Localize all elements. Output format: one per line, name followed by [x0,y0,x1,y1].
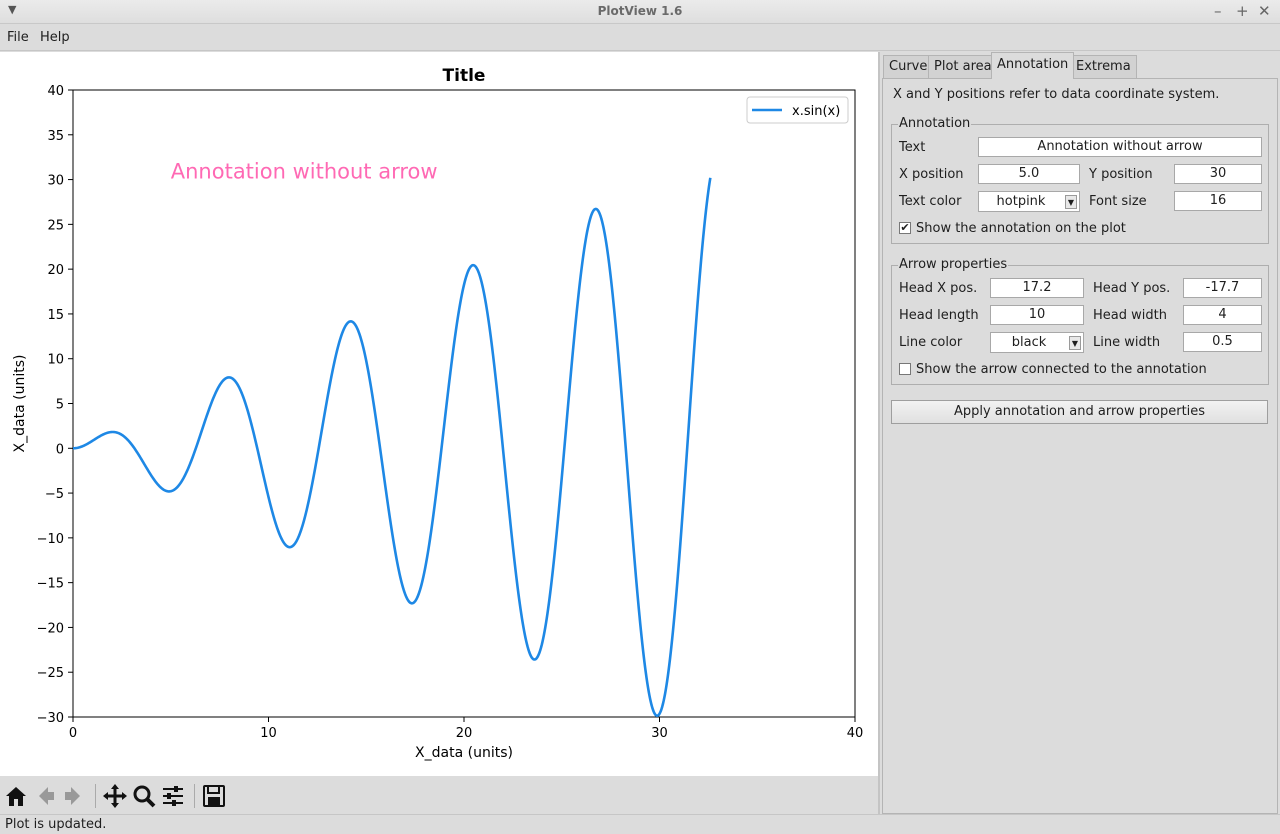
annotation-text: Annotation without arrow [171,160,438,184]
y-position-input[interactable]: 30 [1174,164,1262,184]
head-width-input[interactable]: 4 [1183,305,1262,325]
line-width-input[interactable]: 0.5 [1183,332,1262,352]
y-tick-label: 30 [47,174,64,189]
show-arrow-label: Show the arrow connected to the annotati… [916,362,1207,377]
back-icon[interactable] [32,783,58,809]
window-title: PlotView 1.6 [597,4,683,18]
chevron-down-icon[interactable]: ▼ [1069,336,1081,350]
x-position-label: X position [899,167,964,182]
tab-curve[interactable]: Curve [883,55,934,78]
x-tick-label: 0 [69,726,77,741]
text-color-value: hotpink [996,194,1046,209]
y-tick-label: 10 [47,353,64,368]
window-titlebar: ▼ PlotView 1.6 – + ✕ [0,0,1280,24]
line-color-select[interactable]: black ▼ [990,332,1084,353]
y-tick-label: −5 [45,487,64,502]
maximize-icon[interactable]: + [1236,2,1249,20]
apply-button[interactable]: Apply annotation and arrow properties [891,400,1268,424]
y-tick-label: 20 [47,263,64,278]
y-tick-label: −30 [37,711,64,726]
head-width-label: Head width [1093,308,1167,323]
close-icon[interactable]: ✕ [1258,2,1271,20]
annotation-group: Annotation Text Annotation without arrow… [891,116,1269,244]
tab-annotation[interactable]: Annotation [991,52,1075,79]
minimize-icon[interactable]: – [1214,2,1222,20]
tab-extrema[interactable]: Extrema [1070,55,1137,78]
menu-help[interactable]: Help [40,30,70,45]
home-icon[interactable] [3,783,29,809]
tab-plot-area[interactable]: Plot area [928,55,998,78]
x-tick-label: 40 [847,726,864,741]
x-position-input[interactable]: 5.0 [978,164,1080,184]
save-icon[interactable] [201,783,227,809]
y-tick-label: 25 [47,218,64,233]
font-size-label: Font size [1089,194,1147,209]
show-annotation-checkbox[interactable]: ✔ [899,222,911,234]
y-tick-label: 40 [47,84,64,99]
text-color-select[interactable]: hotpink ▼ [978,191,1080,212]
head-y-label: Head Y pos. [1093,281,1171,296]
annotation-group-title: Annotation [898,116,972,131]
forward-icon[interactable] [61,783,87,809]
line-width-label: Line width [1093,335,1161,350]
annotation-tab-panel: X and Y positions refer to data coordina… [882,78,1278,814]
y-tick-label: −10 [37,532,64,547]
y-tick-label: 5 [56,398,64,413]
plot-toolbar [0,776,878,814]
chart-title: Title [443,66,486,86]
show-annotation-label: Show the annotation on the plot [916,221,1126,236]
chart-svg: Title 0 10 20 30 40 −30 −25 −20 −15 −10 −5 0 5 10 15 20 2… [12,66,864,761]
axes-frame [72,89,856,718]
arrow-group: Arrow properties Head X pos. 17.2 Head Y… [891,257,1269,385]
menu-file[interactable]: File [7,30,29,45]
annotation-text-input[interactable]: Annotation without arrow [978,137,1262,157]
y-tick-label: −25 [37,666,64,681]
text-label: Text [899,140,926,155]
legend-label: x.sin(x) [792,104,840,119]
font-size-input[interactable]: 16 [1174,191,1262,211]
menubar: File Help [0,24,1280,51]
y-tick-label: 0 [56,442,64,457]
plot-canvas[interactable]: Title 0 10 20 30 40 −30 −25 −20 −15 −10 −5 0 5 10 15 20 2… [0,52,878,776]
head-x-input[interactable]: 17.2 [990,278,1084,298]
x-tick-label: 10 [260,726,277,741]
configure-subplots-icon[interactable] [160,783,186,809]
line-color-label: Line color [899,335,963,350]
x-tick-label: 20 [456,726,473,741]
pan-icon[interactable] [102,783,128,809]
properties-pane: Curve Plot area Extrema X and Y position… [880,52,1280,814]
y-axis-label: X_data (units) [12,355,28,453]
y-tick-label: 35 [47,129,64,144]
arrow-group-title: Arrow properties [898,257,1009,272]
y-tick-label: −15 [37,577,64,592]
head-length-input[interactable]: 10 [990,305,1084,325]
head-y-input[interactable]: -17.7 [1183,278,1262,298]
text-color-label: Text color [899,194,962,209]
status-text: Plot is updated. [5,817,107,832]
chevron-down-icon[interactable]: ▼ [1065,195,1077,209]
line-color-value: black [1011,335,1047,350]
series-line [72,177,712,718]
statusbar: Plot is updated. [0,814,1280,834]
head-length-label: Head length [899,308,979,323]
x-axis-label: X_data (units) [415,745,513,761]
show-arrow-checkbox[interactable] [899,363,911,375]
y-position-label: Y position [1089,167,1153,182]
info-text: X and Y positions refer to data coordina… [893,87,1220,102]
head-x-label: Head X pos. [899,281,978,296]
x-tick-label: 30 [651,726,668,741]
zoom-icon[interactable] [131,783,157,809]
y-tick-label: −20 [37,621,64,636]
y-tick-label: 15 [47,308,64,323]
